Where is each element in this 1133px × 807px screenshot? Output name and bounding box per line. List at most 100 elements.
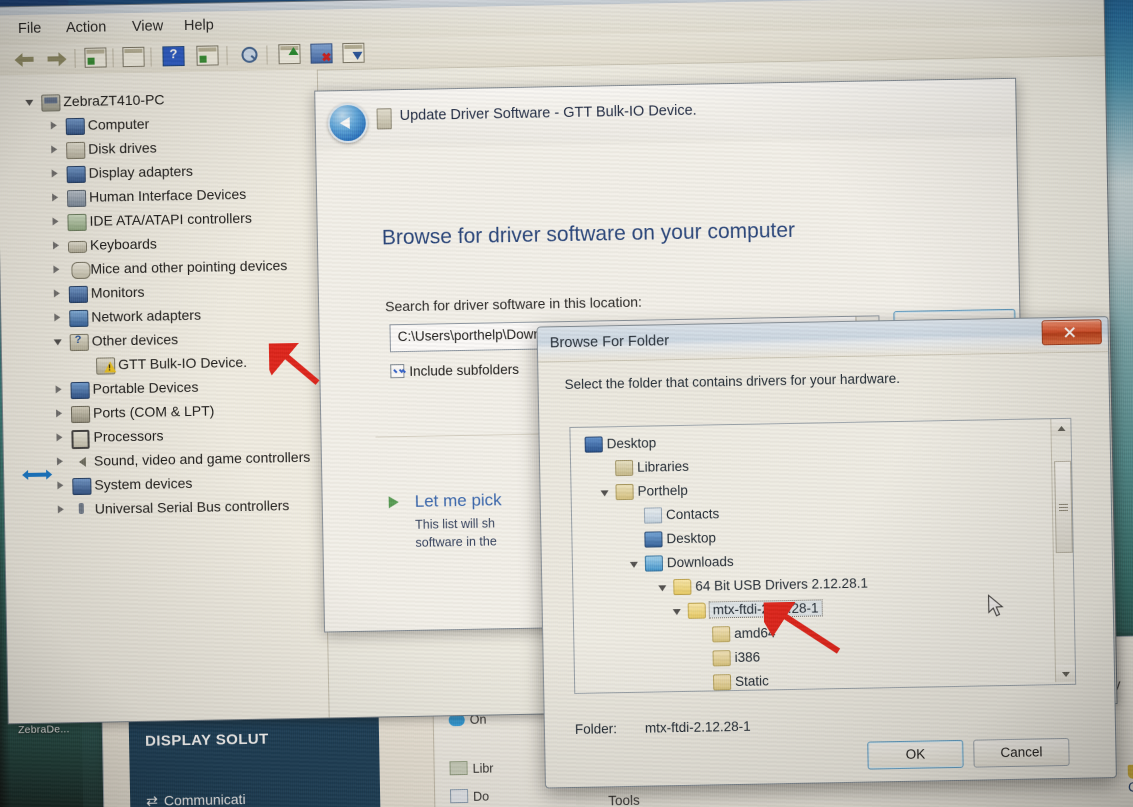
search-location-label: Search for driver software in this locat… xyxy=(384,293,643,315)
folder-value: mtx-ftdi-2.12.28-1 xyxy=(644,718,751,736)
close-icon[interactable] xyxy=(1041,319,1102,346)
toolbar-scan-button[interactable] xyxy=(236,45,258,66)
menu-file[interactable]: File xyxy=(18,21,42,37)
expander-closed-icon[interactable] xyxy=(50,121,59,130)
banner-subtitle: ⇄ Communicati xyxy=(146,791,246,807)
list-item[interactable]: Libr xyxy=(449,760,494,776)
tree-item-usb-controllers[interactable]: Universal Serial Bus controllers xyxy=(5,496,325,522)
browse-for-folder-dialog[interactable]: Browse For Folder Select the folder that… xyxy=(536,316,1117,789)
toolbar-back-button[interactable] xyxy=(14,49,36,70)
let-me-pick-option[interactable]: Let me pick xyxy=(415,490,502,512)
tree-item-processors[interactable]: Processors xyxy=(3,424,323,450)
expander-closed-icon[interactable] xyxy=(53,289,62,298)
scroll-down-icon[interactable] xyxy=(1055,664,1076,683)
toolbar-properties-button[interactable] xyxy=(122,46,145,68)
sound-icon xyxy=(72,454,89,469)
folder-tree[interactable]: Desktop Libraries Porthelp Contacts Desk… xyxy=(569,417,1077,708)
folder-label: Folder: xyxy=(574,721,618,737)
tree-item-network-adapters[interactable]: Network adapters xyxy=(1,304,321,330)
toolbar-console-tree-button[interactable] xyxy=(84,47,107,68)
downloads-icon xyxy=(644,555,664,572)
monitor-icon xyxy=(68,285,89,304)
expander-closed-icon[interactable] xyxy=(55,409,64,418)
toolbar-action-pane-button[interactable] xyxy=(196,45,219,66)
expander-open-icon[interactable] xyxy=(54,337,63,346)
toolbar-disable-button[interactable] xyxy=(342,42,365,64)
display-adapters-icon xyxy=(66,165,86,184)
folder-icon xyxy=(712,674,732,691)
teamviewer-arrow-icon xyxy=(27,472,48,477)
change-settings-link[interactable]: Chan xyxy=(1127,764,1133,795)
back-circle-icon[interactable] xyxy=(327,102,369,144)
expander-closed-icon[interactable] xyxy=(51,217,60,226)
toolbar-separator xyxy=(226,46,228,66)
scrollbar-thumb[interactable] xyxy=(1054,460,1073,554)
tree-item-ports[interactable]: Ports (COM & LPT) xyxy=(3,400,323,426)
device-tree[interactable]: ZebraZT410-PC Computer Disk drives Displ… xyxy=(0,69,330,724)
expander-closed-icon[interactable] xyxy=(52,241,61,250)
tree-item-gtt-bulk-io-device[interactable]: GTT Bulk-IO Device. xyxy=(2,352,322,378)
expander-closed-icon[interactable] xyxy=(50,145,59,154)
tree-item-computer[interactable]: Computer xyxy=(0,112,318,138)
tree-scrollbar[interactable] xyxy=(1050,418,1076,683)
expander-open-icon[interactable] xyxy=(601,488,610,497)
computer-icon xyxy=(65,117,85,136)
menu-view[interactable]: View xyxy=(132,18,163,35)
expander-open-icon[interactable] xyxy=(25,98,34,107)
include-subfolders-checkbox[interactable] xyxy=(390,364,405,379)
expander-open-icon[interactable] xyxy=(658,583,667,592)
show-hide-console-tree-icon xyxy=(84,47,107,68)
tree-item-monitors[interactable]: Monitors xyxy=(1,280,321,306)
other-devices-icon xyxy=(69,333,89,352)
ok-button[interactable]: OK xyxy=(867,739,964,770)
tree-item-keyboards[interactable]: Keyboards xyxy=(0,232,320,258)
toolbar-forward-button[interactable] xyxy=(44,48,66,69)
expander-open-icon[interactable] xyxy=(630,560,639,569)
expander-closed-icon[interactable] xyxy=(56,457,65,466)
tree-item-disk-drives[interactable]: Disk drives xyxy=(0,136,318,162)
scan-for-hardware-changes-icon xyxy=(236,45,258,63)
marker xyxy=(87,57,95,65)
uninstall-device-icon: ✖ xyxy=(310,43,333,64)
expander-closed-icon[interactable] xyxy=(55,433,64,442)
usb-icon xyxy=(73,502,90,517)
mouse-icon xyxy=(71,261,91,280)
portable-devices-icon xyxy=(70,381,90,400)
keyboard-icon xyxy=(67,240,88,254)
contacts-icon xyxy=(643,507,663,524)
toolbar-update-driver-button[interactable] xyxy=(278,43,301,65)
disable-device-icon xyxy=(342,42,365,64)
toolbar-separator xyxy=(74,49,76,69)
expander-closed-icon[interactable] xyxy=(51,193,60,202)
tree-item-other-devices[interactable]: Other devices xyxy=(2,328,322,354)
expander-closed-icon[interactable] xyxy=(55,385,64,394)
expander-closed-icon[interactable] xyxy=(57,505,66,514)
tree-item-ide-controllers[interactable]: IDE ATA/ATAPI controllers xyxy=(0,208,320,234)
warning-device-icon xyxy=(96,357,117,375)
expander-closed-icon[interactable] xyxy=(53,313,62,322)
scroll-up-icon[interactable] xyxy=(1051,418,1071,437)
wizard-heading: Browse for driver software on your compu… xyxy=(381,218,796,250)
toolbar-separator xyxy=(150,47,152,67)
menu-action[interactable]: Action xyxy=(66,19,107,36)
toolbar-help-button[interactable] xyxy=(162,46,185,67)
tree-item-portable-devices[interactable]: Portable Devices xyxy=(2,376,322,402)
toolbar-separator xyxy=(266,45,268,65)
tree-item-mice[interactable]: Mice and other pointing devices xyxy=(0,256,320,282)
tree-item-system-devices[interactable]: System devices xyxy=(4,472,324,498)
menu-help[interactable]: Help xyxy=(184,17,214,34)
tree-item-zebrazt410-pc[interactable]: ZebraZT410-PC xyxy=(0,88,317,114)
tree-item-display-adapters[interactable]: Display adapters xyxy=(0,160,319,186)
toolbar-uninstall-button[interactable]: ✖ xyxy=(310,43,333,64)
list-item[interactable]: Do xyxy=(450,788,489,805)
banner-title: DISPLAY SOLUT xyxy=(144,730,269,750)
expander-closed-icon[interactable] xyxy=(52,265,61,274)
include-subfolders-row[interactable]: Include subfolders xyxy=(390,362,519,379)
expander-closed-icon[interactable] xyxy=(56,481,65,490)
cancel-button[interactable]: Cancel xyxy=(973,737,1070,768)
user-folder-icon xyxy=(615,483,634,501)
link-tools[interactable]: Tools xyxy=(608,793,640,807)
tree-item-human-interface-devices[interactable]: Human Interface Devices xyxy=(0,184,319,210)
expander-open-icon[interactable] xyxy=(673,607,682,616)
expander-closed-icon[interactable] xyxy=(51,169,60,178)
